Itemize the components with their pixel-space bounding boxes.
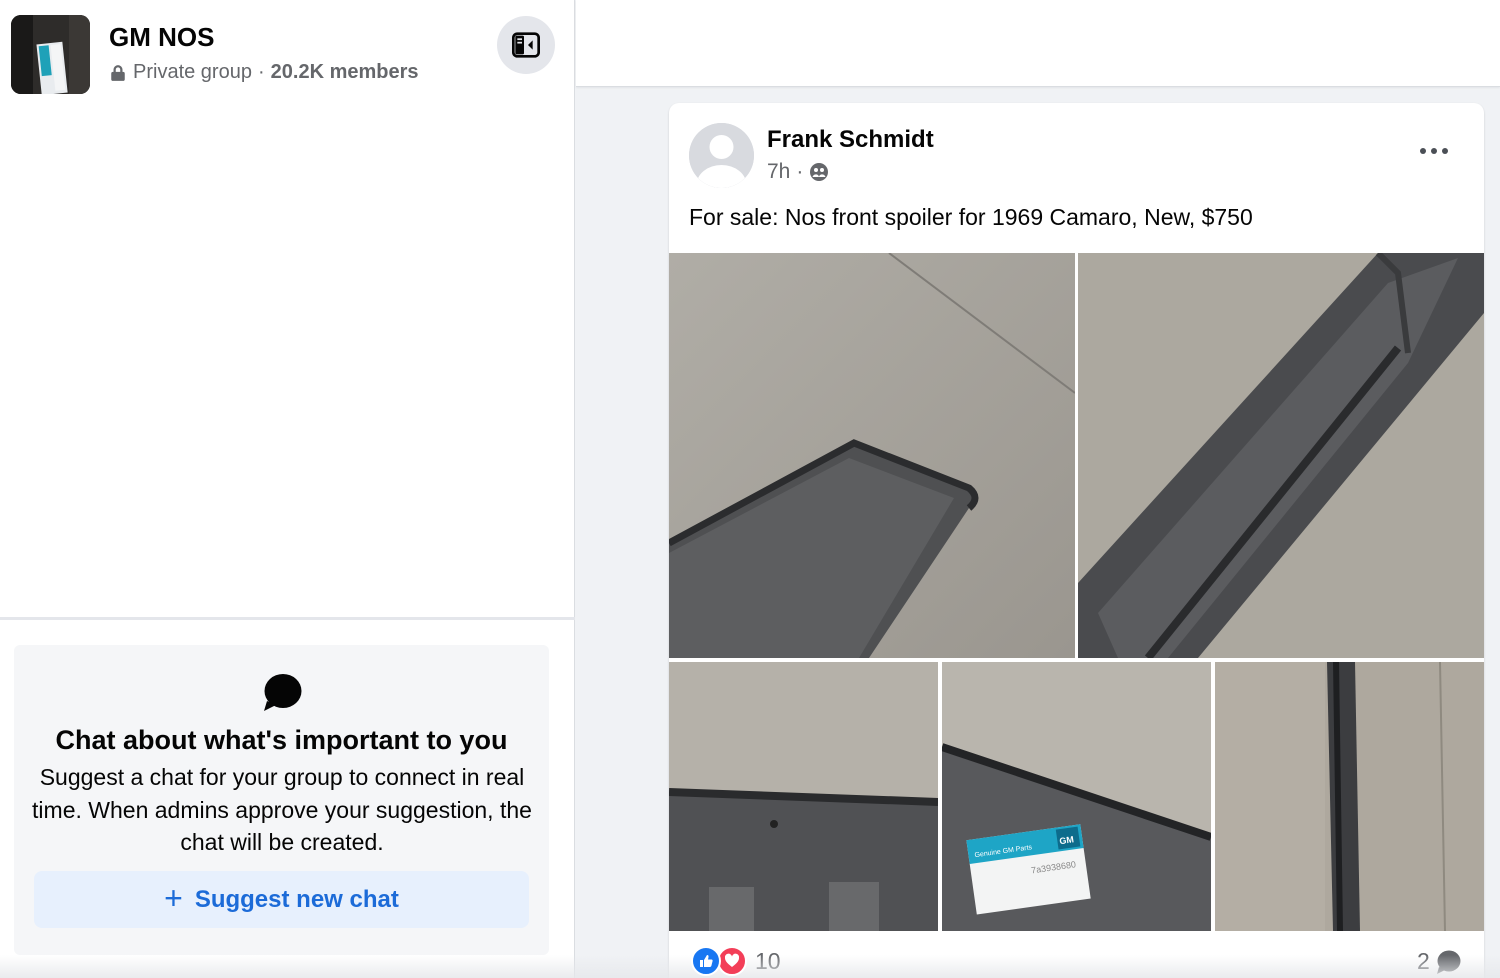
more-dots-icon — [1420, 148, 1426, 154]
comment-count[interactable]: 2 — [1417, 948, 1462, 975]
group-name[interactable]: GM NOS — [109, 22, 214, 53]
group-privacy: Private group — [133, 61, 252, 83]
post-photo-3[interactable] — [669, 662, 938, 931]
plus-icon: + — [164, 879, 183, 916]
sidebar-divider — [0, 617, 575, 620]
comment-count-value: 2 — [1417, 948, 1430, 974]
post-photo-4[interactable]: Genuine GM Parts GM 7a3938680 — [942, 662, 1211, 931]
group-audience-icon — [810, 163, 829, 181]
chat-prompt-title: Chat about what's important to you — [55, 725, 508, 755]
top-bar — [576, 0, 1500, 87]
chat-bubble-icon — [264, 674, 302, 711]
group-header: GM NOS Private group · 20.2K members — [0, 0, 575, 100]
comment-icon — [1436, 950, 1461, 974]
post-photo-2[interactable] — [1078, 253, 1484, 658]
reactions-summary[interactable]: 10 — [691, 946, 781, 976]
post-meta-separator: · — [796, 160, 804, 183]
group-avatar[interactable] — [11, 15, 90, 94]
post-photo-1[interactable] — [669, 253, 1075, 658]
group-sidebar: GM NOS Private group · 20.2K members Cha… — [0, 0, 575, 978]
post-photo-5[interactable] — [1215, 662, 1484, 931]
suggest-new-chat-button[interactable]: + Suggest new chat — [34, 871, 529, 928]
suggest-new-chat-label: Suggest new chat — [194, 885, 399, 913]
love-reaction-icon — [717, 946, 747, 976]
label-sticker-brand: GM — [1059, 834, 1075, 846]
post-meta: 7h · — [767, 160, 829, 184]
group-members-count[interactable]: 20.2K members — [271, 61, 419, 84]
post-options-button[interactable] — [1409, 131, 1459, 171]
post-text: For sale: Nos front spoiler for 1969 Cam… — [689, 204, 1253, 230]
sidebar-collapse-icon — [512, 32, 540, 58]
reaction-count: 10 — [755, 947, 781, 974]
post-author-name[interactable]: Frank Schmidt — [767, 126, 934, 154]
post-timestamp[interactable]: 7h — [767, 160, 790, 184]
chat-suggestion-card: Chat about what's important to you Sugge… — [14, 645, 549, 955]
lock-icon — [111, 64, 125, 81]
group-meta: Private group · 20.2K members — [109, 61, 419, 84]
feed-post: Frank Schmidt 7h · For sale: Nos front s… — [669, 103, 1484, 978]
like-reaction-icon — [691, 946, 721, 976]
meta-separator: · — [257, 61, 265, 83]
chat-prompt-description: Suggest a chat for your group to connect… — [32, 764, 532, 855]
collapse-sidebar-button[interactable] — [497, 16, 555, 74]
author-avatar[interactable] — [689, 123, 754, 188]
